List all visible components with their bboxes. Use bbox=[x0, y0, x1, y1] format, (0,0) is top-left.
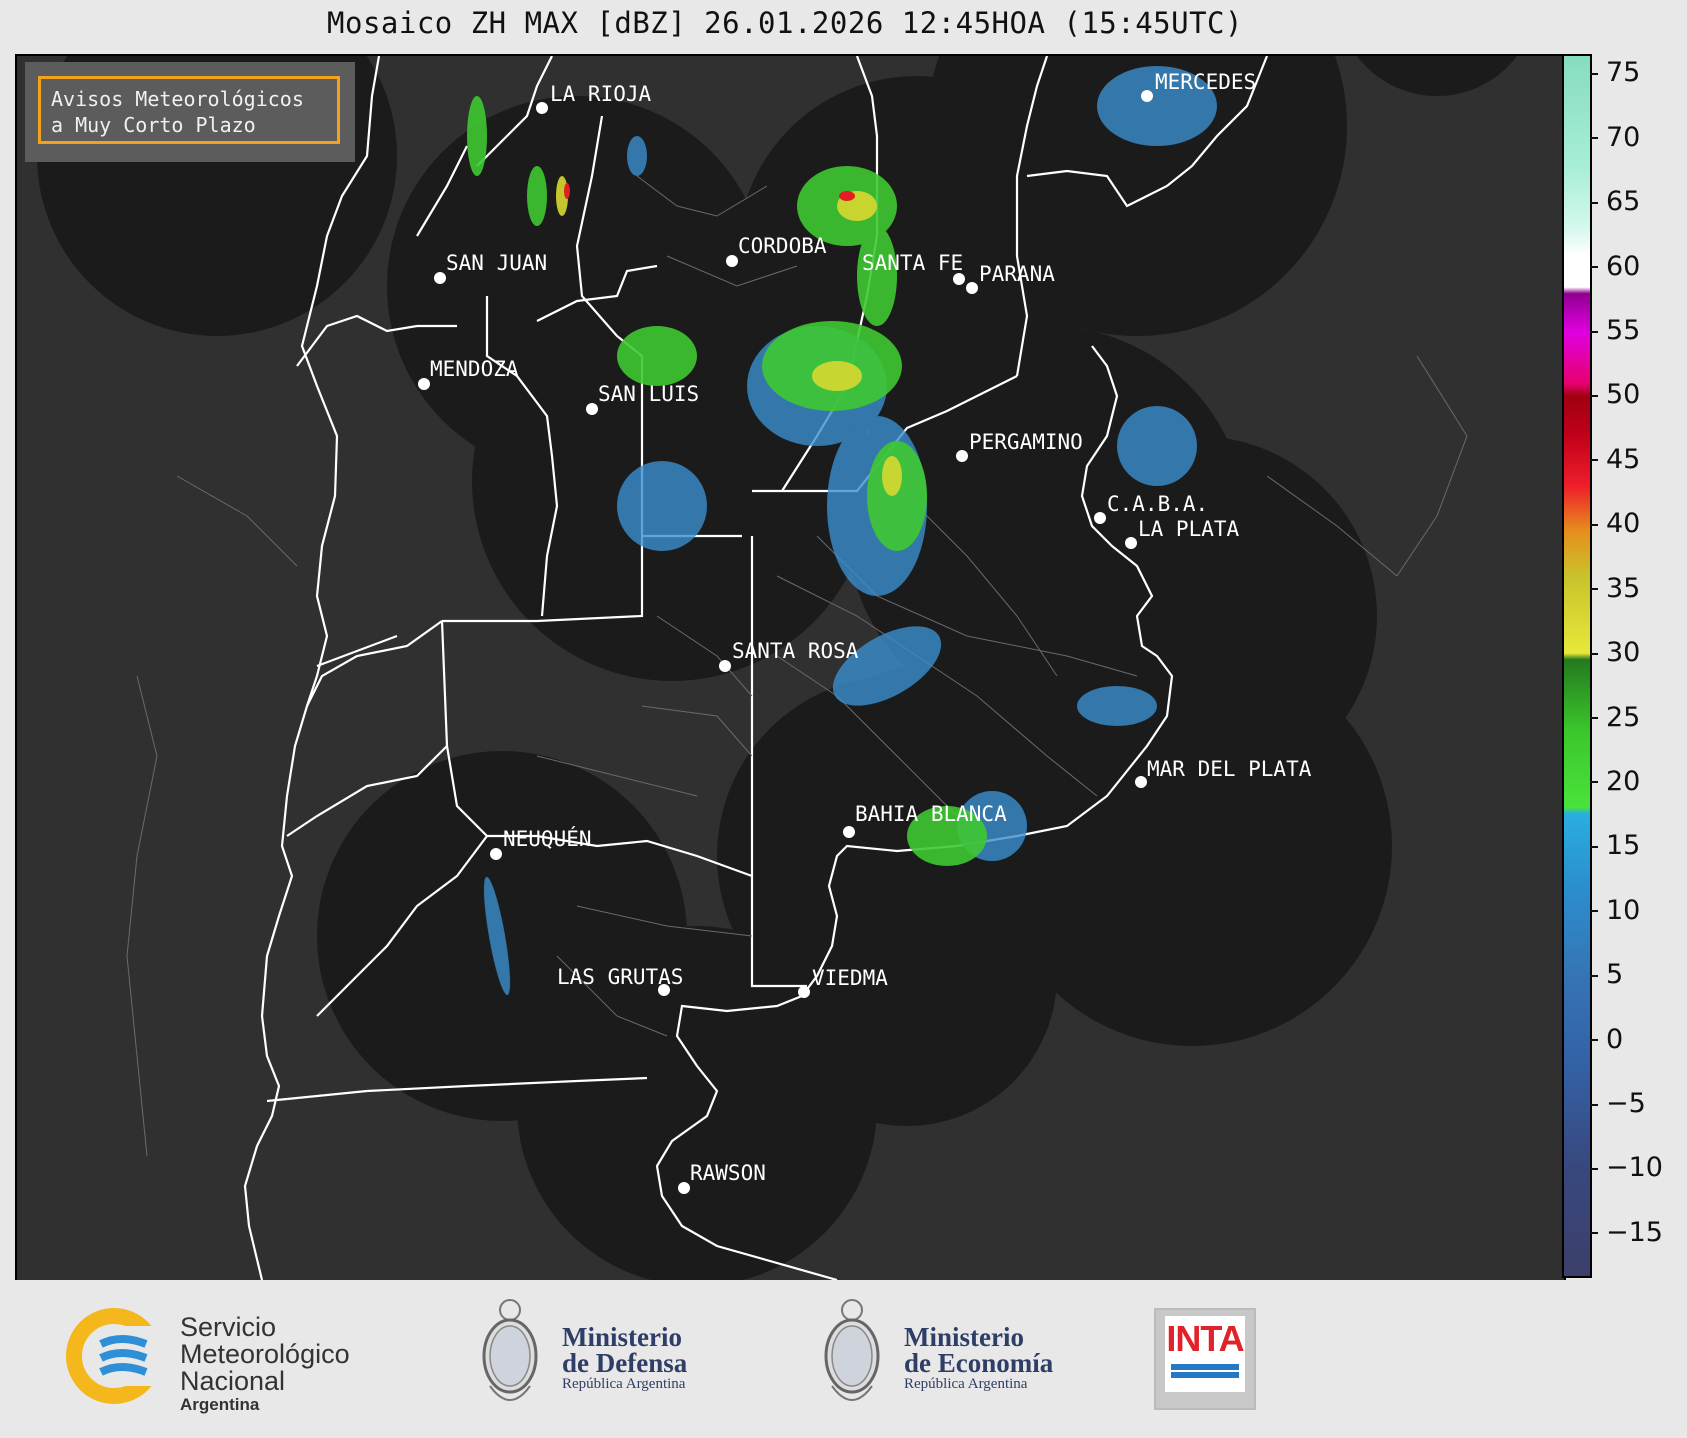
city-label-bahia-blanca: BAHIA BLANCA bbox=[855, 802, 1007, 826]
avisos-label[interactable]: Avisos Meteorológicos a Muy Corto Plazo bbox=[38, 76, 340, 144]
inta-logo: INTA bbox=[1154, 1308, 1256, 1410]
colorbar-tick: 70 bbox=[1590, 123, 1685, 152]
city-label-la-plata: LA PLATA bbox=[1138, 517, 1240, 541]
coat-of-arms-icon bbox=[824, 1299, 880, 1401]
smn-name-line-1: Servicio bbox=[180, 1312, 277, 1342]
coat-of-arms-icon bbox=[482, 1299, 538, 1401]
colorbar-tick: −10 bbox=[1590, 1154, 1685, 1182]
smn-logo: Servicio Meteorológico Nacional Argentin… bbox=[66, 1306, 386, 1414]
colorbar-tick: 15 bbox=[1590, 832, 1685, 860]
colorbar-tick: 45 bbox=[1590, 445, 1685, 474]
colorbar-tick: −5 bbox=[1590, 1090, 1685, 1118]
colorbar-tick: 5 bbox=[1590, 961, 1685, 989]
colorbar-tick: 65 bbox=[1590, 188, 1685, 216]
defensa-logo: Ministerio de Defensa República Argentin… bbox=[478, 1296, 738, 1416]
colorbar-tick: 55 bbox=[1590, 317, 1685, 345]
economia-name-line-1: Ministerio bbox=[904, 1322, 1024, 1352]
map-title: Mosaico ZH MAX [dBZ] 26.01.2026 12:45HOA… bbox=[327, 6, 1243, 40]
colorbar-tick: 0 bbox=[1590, 1025, 1685, 1054]
city-label-santa-rosa: SANTA ROSA bbox=[732, 639, 859, 663]
economia-country: República Argentina bbox=[904, 1376, 1028, 1392]
city-label-la-rioja: LA RIOJA bbox=[550, 82, 652, 106]
inta-wordmark: INTA bbox=[1166, 1318, 1244, 1359]
city-label-rawson: RAWSON bbox=[690, 1161, 766, 1185]
smn-emblem-icon bbox=[66, 1308, 166, 1404]
smn-country: Argentina bbox=[180, 1395, 260, 1414]
city-label-santa-fe: SANTA FE bbox=[862, 251, 963, 275]
colorbar-tick: 50 bbox=[1590, 381, 1685, 409]
city-label-mercedes: MERCEDES bbox=[1155, 70, 1256, 94]
city-label-viedma: VIEDMA bbox=[812, 966, 888, 990]
radar-map[interactable]: LA RIOJA MERCEDES CORDOBA SAN JUAN SANTA… bbox=[15, 54, 1566, 1282]
colorbar-tick: 60 bbox=[1590, 252, 1685, 281]
colorbar-tick: 40 bbox=[1590, 510, 1685, 538]
colorbar-ticks: 75 70 65 60 55 50 45 40 35 30 25 20 15 10 5 0 −5 −10 −15 bbox=[1590, 54, 1680, 1278]
city-label-las-grutas: LAS GRUTAS bbox=[557, 965, 683, 989]
smn-name-line-2: Meteorológico bbox=[180, 1339, 350, 1369]
logo-strip: Servicio Meteorológico Nacional Argentin… bbox=[0, 1280, 1687, 1438]
city-label-pergamino: PERGAMINO bbox=[969, 430, 1083, 454]
colorbar-tick: 30 bbox=[1590, 639, 1685, 667]
avisos-line-2: a Muy Corto Plazo bbox=[51, 113, 256, 137]
city-label-cordoba: CORDOBA bbox=[738, 234, 827, 258]
city-label-san-juan: SAN JUAN bbox=[446, 251, 547, 275]
colorbar-tick: −15 bbox=[1590, 1218, 1685, 1247]
city-label-mar-del-plata: MAR DEL PLATA bbox=[1147, 757, 1312, 781]
economia-logo: Ministerio de Economía República Argenti… bbox=[820, 1296, 1100, 1416]
city-label-neuquen: NEUQUÉN bbox=[503, 826, 592, 851]
smn-name-line-3: Nacional bbox=[180, 1366, 286, 1396]
avisos-panel: Avisos Meteorológicos a Muy Corto Plazo bbox=[25, 62, 355, 162]
economia-name-line-2: de Economía bbox=[904, 1348, 1054, 1378]
defensa-name-line-1: Ministerio bbox=[562, 1322, 682, 1352]
colorbar-tick: 10 bbox=[1590, 896, 1685, 925]
map-canvas: LA RIOJA MERCEDES CORDOBA SAN JUAN SANTA… bbox=[37, 56, 1517, 1280]
colorbar-tick: 75 bbox=[1590, 59, 1685, 87]
colorbar-tick: 20 bbox=[1590, 767, 1685, 796]
avisos-line-1: Avisos Meteorológicos bbox=[51, 87, 304, 111]
dbz-colorbar bbox=[1562, 54, 1592, 1278]
colorbar-tick: 25 bbox=[1590, 703, 1685, 732]
defensa-name-line-2: de Defensa bbox=[562, 1348, 688, 1378]
city-label-parana: PARANA bbox=[979, 262, 1055, 286]
defensa-country: República Argentina bbox=[562, 1376, 686, 1392]
city-label-caba: C.A.B.A. bbox=[1107, 492, 1208, 516]
city-label-san-luis: SAN LUIS bbox=[598, 382, 699, 406]
colorbar-tick: 35 bbox=[1590, 574, 1685, 603]
city-label-mendoza: MENDOZA bbox=[430, 357, 519, 381]
